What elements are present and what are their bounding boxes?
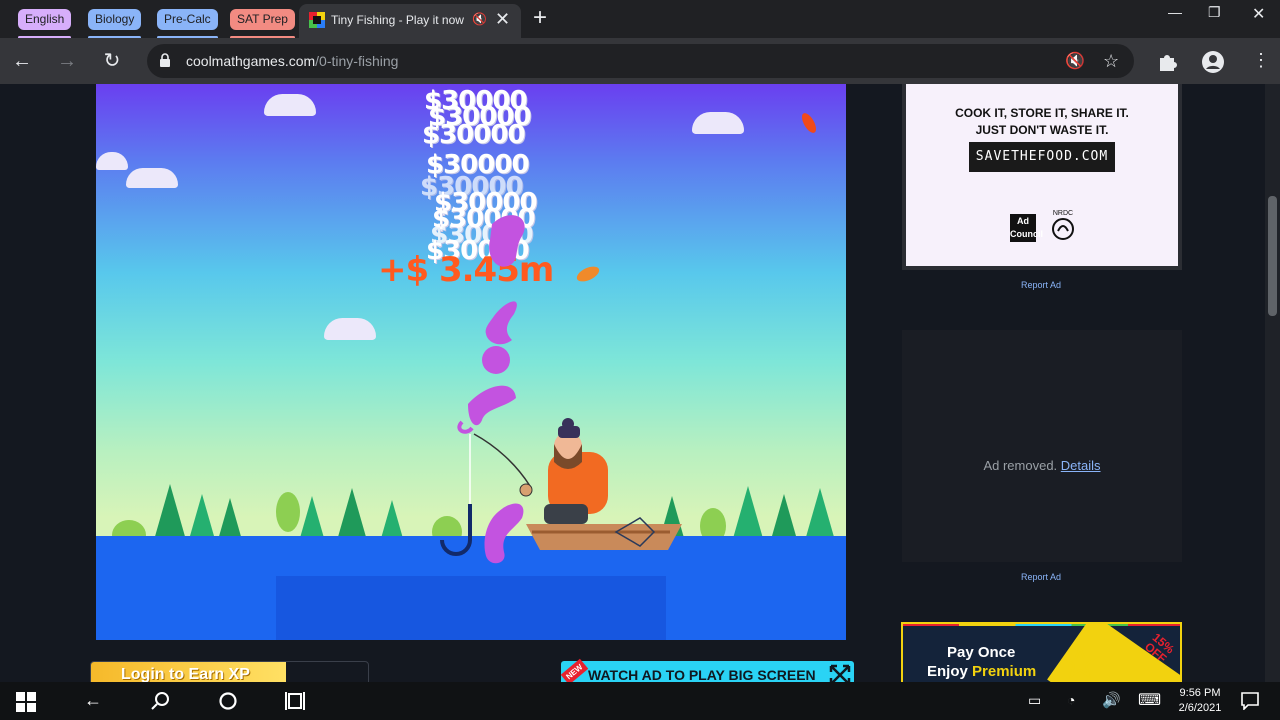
page-scrollbar[interactable] xyxy=(1265,84,1280,682)
report-ad-link[interactable]: Report Ad xyxy=(1021,572,1061,582)
promo-line2: Enjoy Premium xyxy=(927,663,1036,680)
watch-ad-label: WATCH AD TO PLAY BIG SCREEN xyxy=(588,667,816,682)
ad-details-link[interactable]: Details xyxy=(1061,458,1101,473)
ad-slogan-line1: COOK IT, STORE IT, SHARE IT. xyxy=(955,106,1129,120)
scrollbar-thumb[interactable] xyxy=(1268,196,1277,316)
game-scene xyxy=(440,215,682,564)
tab-strip: English Biology Pre-Calc SAT Prep Tiny F… xyxy=(0,0,1280,39)
ad-removed-panel: Ad removed. Details xyxy=(902,330,1182,562)
windows-taskbar: ← ▭ ◔ 🔊 ⌨ 9:56 PM 2/6/2021 xyxy=(0,682,1280,720)
active-tab[interactable]: Tiny Fishing - Play it now a 🔇 ✕ xyxy=(299,4,521,38)
reload-icon[interactable]: ↻ xyxy=(97,46,127,76)
ad-removed-text: Ad removed. xyxy=(983,458,1058,473)
clock-date: 2/6/2021 xyxy=(1178,702,1222,714)
fisherman xyxy=(519,418,608,524)
tab-audio-icon[interactable]: 🔇 xyxy=(472,12,487,26)
lock-icon xyxy=(160,53,170,67)
seahorse-icon xyxy=(457,385,516,434)
profile-icon[interactable] xyxy=(1201,50,1225,80)
ad-council-logo-icon: Ad Council xyxy=(1010,214,1043,242)
system-clock[interactable]: 9:56 PM 2/6/2021 xyxy=(1170,686,1230,716)
tab-group-label: Pre-Calc xyxy=(164,12,211,26)
forward-arrow-icon[interactable]: → xyxy=(52,46,82,76)
tab-group-precalc[interactable]: Pre-Calc xyxy=(157,9,218,39)
tab-group-label: Biology xyxy=(95,12,135,26)
tab-title: Tiny Fishing - Play it now a xyxy=(331,13,466,27)
hook-icon xyxy=(440,504,472,556)
nrdc-logo-icon: NRDC xyxy=(1050,210,1076,244)
window-close-icon[interactable]: ✕ xyxy=(1252,4,1265,24)
browser-toolbar: ← → ↻ coolmathgames.com/0-tiny-fishing 🔇… xyxy=(0,38,1280,84)
address-bar[interactable]: coolmathgames.com/0-tiny-fishing 🔇 ☆ xyxy=(147,44,1134,78)
tab-group-sat-prep[interactable]: SAT Prep xyxy=(230,9,295,39)
kebab-menu-icon[interactable]: ⋮ xyxy=(1252,50,1270,71)
url-host: coolmathgames.com xyxy=(186,53,316,69)
expand-icon xyxy=(829,664,851,682)
boat xyxy=(526,524,682,550)
login-earn-xp-button[interactable]: Login to Earn XP xyxy=(90,661,369,682)
login-button-label: Login to Earn XP xyxy=(121,666,250,682)
battery-icon[interactable]: ▭ xyxy=(1028,692,1041,709)
back-arrow-icon[interactable]: ← xyxy=(84,690,102,711)
nrdc-label: NRDC xyxy=(1052,210,1074,217)
puzzle-icon[interactable] xyxy=(1156,50,1178,78)
tab-group-english[interactable]: English xyxy=(18,9,72,39)
coolmath-favicon-icon xyxy=(309,12,325,28)
minimize-icon[interactable]: — xyxy=(1168,4,1182,20)
restore-icon[interactable]: ❐ xyxy=(1208,4,1221,21)
url-path: /0-tiny-fishing xyxy=(315,53,399,69)
watch-ad-big-screen-button[interactable]: NEW WATCH AD TO PLAY BIG SCREEN xyxy=(560,658,854,682)
url-text: coolmathgames.com/0-tiny-fishing xyxy=(186,53,398,69)
tab-group-label: English xyxy=(25,12,65,26)
tab-group-biology[interactable]: Biology xyxy=(88,9,142,39)
ad-save-the-food[interactable]: COOK IT, STORE IT, SHARE IT. JUST DON'T … xyxy=(902,84,1182,270)
windows-start-icon[interactable] xyxy=(16,692,36,712)
tab-group-label: SAT Prep xyxy=(237,12,288,26)
new-badge: NEW xyxy=(560,658,589,682)
notification-icon[interactable] xyxy=(1241,692,1259,710)
star-icon xyxy=(1063,646,1097,679)
premium-promo-ad[interactable]: 15% OFF Pay Once Enjoy Premium xyxy=(901,622,1182,682)
ad-removed-message: Ad removed. Details xyxy=(902,458,1182,473)
seahorse-icon xyxy=(489,215,525,267)
game-canvas[interactable]: $30000 $30000 $30000 $30000 $30000 $3000… xyxy=(96,84,846,640)
wifi-icon[interactable]: ◔ xyxy=(1067,692,1075,708)
seahorse-icon xyxy=(482,301,517,374)
volume-icon[interactable]: 🔊 xyxy=(1102,691,1121,709)
site-muted-icon[interactable]: 🔇 xyxy=(1065,51,1085,71)
back-arrow-icon[interactable]: ← xyxy=(7,46,37,76)
clock-time: 9:56 PM xyxy=(1179,687,1221,699)
new-tab-icon[interactable]: + xyxy=(533,4,547,32)
ad-slogan-line2: JUST DON'T WASTE IT. xyxy=(975,123,1109,137)
savethefood-button[interactable]: SAVETHEFOOD.COM xyxy=(969,142,1115,172)
tab-close-icon[interactable]: ✕ xyxy=(495,9,510,30)
promo-line1: Pay Once xyxy=(947,644,1016,661)
keyboard-icon[interactable]: ⌨ xyxy=(1138,690,1161,710)
promo-line2-prefix: Enjoy xyxy=(927,663,968,680)
star-icon[interactable]: ☆ xyxy=(1103,51,1119,72)
cortana-icon[interactable] xyxy=(218,691,238,711)
task-view-icon[interactable] xyxy=(285,691,307,711)
report-ad-link[interactable]: Report Ad xyxy=(1021,280,1061,290)
seahorse-icon xyxy=(484,503,524,564)
page-content: $30000 $30000 $30000 $30000 $30000 $3000… xyxy=(0,84,1280,682)
promo-highlight: Premium xyxy=(972,663,1037,680)
search-icon[interactable] xyxy=(150,691,170,711)
